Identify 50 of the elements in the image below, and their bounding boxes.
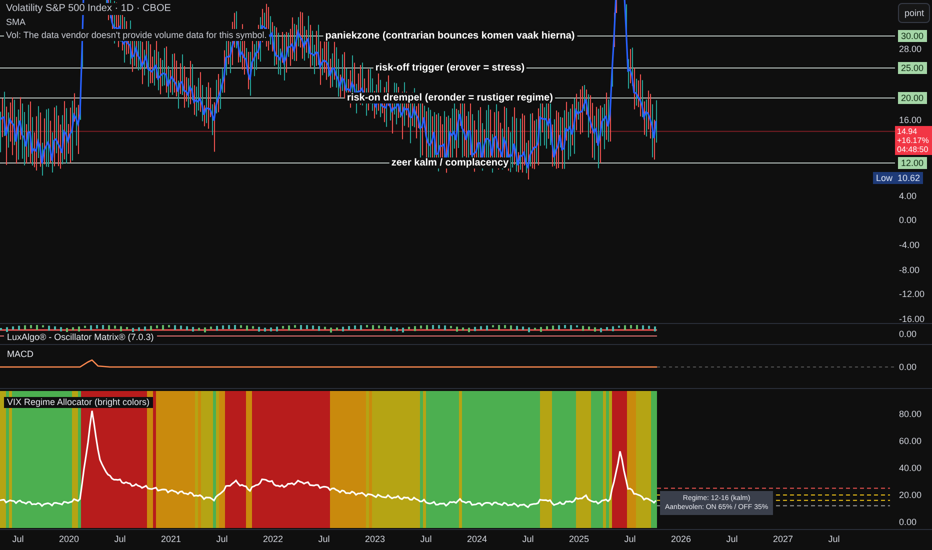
price-text: 14.94 <box>897 127 918 136</box>
time-label: 2025 <box>568 534 590 544</box>
price-tag: 12.00 <box>898 157 927 169</box>
time-label: Jul <box>828 534 840 544</box>
time-label: Jul <box>12 534 24 544</box>
time-label: 2022 <box>262 534 284 544</box>
time-label: Jul <box>522 534 534 544</box>
axis-label: -12.00 <box>899 288 925 300</box>
time-label: 2026 <box>670 534 692 544</box>
level-label: paniekzone (contrarian bounces komen vaak hierna) <box>323 30 577 42</box>
time-label: Jul <box>114 534 126 544</box>
pane-title: VIX Regime Allocator (bright colors) <box>4 397 153 408</box>
price-tag: 20.00 <box>898 92 927 104</box>
axis-label: 40.00 <box>899 462 922 474</box>
axis-label: -8.00 <box>899 264 920 276</box>
change-text: +16.17% <box>897 136 930 146</box>
price-tag: 30.00 <box>898 30 927 42</box>
time-label: Jul <box>624 534 636 544</box>
time-label: Jul <box>318 534 330 544</box>
level-label: risk-on drempel (eronder = rustiger regime) <box>345 92 555 104</box>
indicator-label: Vol: The data vendor doesn't provide volume data for this symbol. <box>4 29 269 41</box>
time-label: 2020 <box>58 534 80 544</box>
axis-label: 0.00 <box>899 328 917 340</box>
low-label: Low 10.62 <box>873 172 924 184</box>
axis-label: 80.00 <box>899 408 922 420</box>
price-tag: 25.00 <box>898 62 927 74</box>
axis-label: 20.00 <box>899 489 922 502</box>
countdown-text: 04:48:50 <box>897 145 930 154</box>
axis-label: 0.00 <box>899 516 917 528</box>
scale-button[interactable]: point <box>898 3 930 23</box>
axis-label: 60.00 <box>899 435 922 448</box>
time-label: 2027 <box>772 534 794 544</box>
time-label: Jul <box>420 534 432 544</box>
axis-label: 28.00 <box>899 42 922 55</box>
axis-label: 0.00 <box>899 214 917 226</box>
level-label: zeer kalm / complacency <box>389 158 511 168</box>
axis-label: 4.00 <box>899 190 917 202</box>
time-label: Jul <box>216 534 228 544</box>
symbol-title: Volatility S&P 500 Index · 1D · CBOE <box>4 3 173 15</box>
time-label: 2021 <box>160 534 182 544</box>
time-label: Jul <box>726 534 738 544</box>
time-label: 2024 <box>466 534 488 544</box>
axis-label: -16.00 <box>899 313 925 325</box>
level-label: risk-off trigger (erover = stress) <box>373 62 527 74</box>
pane-title: LuxAlgo® - Oscillator Matrix® (7.0.3) <box>4 332 157 343</box>
axis-label: 0.00 <box>899 360 917 372</box>
time-label: 2023 <box>364 534 386 544</box>
axis-label: -4.00 <box>899 238 920 251</box>
indicator-label: SMA <box>4 16 28 28</box>
axis-label: 16.00 <box>899 114 922 126</box>
